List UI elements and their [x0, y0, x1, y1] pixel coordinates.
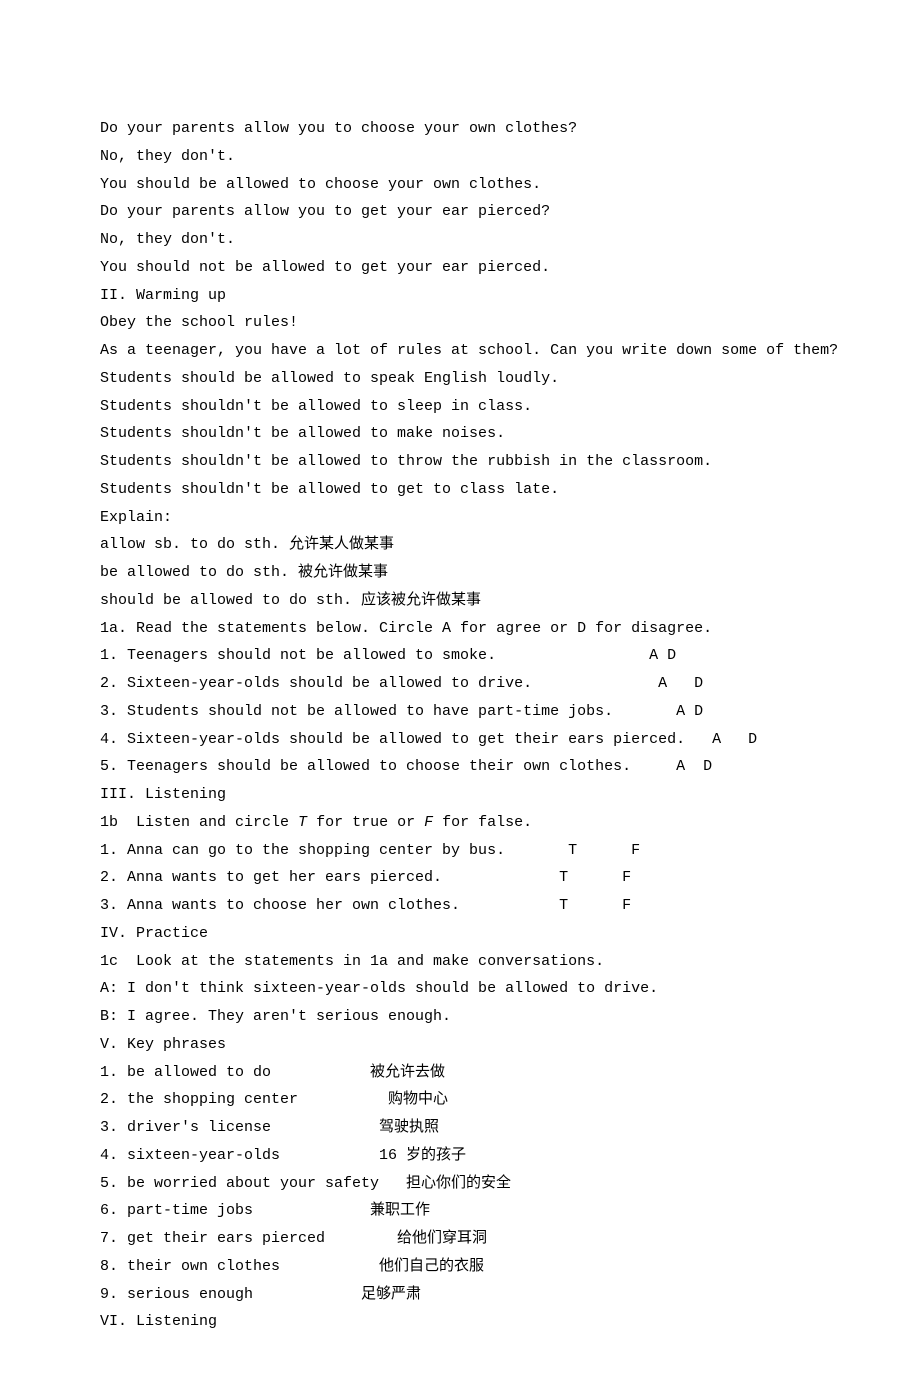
question-line: 3. Anna wants to choose her own clothes.…: [100, 892, 825, 920]
text-line: B: I agree. They aren't serious enough.: [100, 1003, 825, 1031]
phrase-line: 8. their own clothes 他们自己的衣服: [100, 1253, 825, 1281]
italic-t: T: [298, 814, 307, 831]
phrase-line: 1. be allowed to do 被允许去做: [100, 1059, 825, 1087]
text-line: Obey the school rules!: [100, 309, 825, 337]
text-line: 1a. Read the statements below. Circle A …: [100, 615, 825, 643]
text-line: Students shouldn't be allowed to throw t…: [100, 448, 825, 476]
text-span: 1b Listen and circle: [100, 814, 298, 831]
phrase-line: 6. part-time jobs 兼职工作: [100, 1197, 825, 1225]
section-heading: IV. Practice: [100, 920, 825, 948]
statement-line: 1. Teenagers should not be allowed to sm…: [100, 642, 825, 670]
instruction-line: 1b Listen and circle T for true or F for…: [100, 809, 825, 837]
phrase-line: 2. the shopping center 购物中心: [100, 1086, 825, 1114]
statement-line: 2. Sixteen-year-olds should be allowed t…: [100, 670, 825, 698]
statement-line: 5. Teenagers should be allowed to choose…: [100, 753, 825, 781]
phrase-line: 9. serious enough 足够严肃: [100, 1281, 825, 1309]
phrase-line: 4. sixteen-year-olds 16 岁的孩子: [100, 1142, 825, 1170]
text-line: Do your parents allow you to get your ea…: [100, 198, 825, 226]
text-line: You should not be allowed to get your ea…: [100, 254, 825, 282]
question-line: 2. Anna wants to get her ears pierced. T…: [100, 864, 825, 892]
section-heading: II. Warming up: [100, 282, 825, 310]
phrase-line: 5. be worried about your safety 担心你们的安全: [100, 1170, 825, 1198]
statement-line: 3. Students should not be allowed to hav…: [100, 698, 825, 726]
text-line: You should be allowed to choose your own…: [100, 171, 825, 199]
phrase-line: 7. get their ears pierced 给他们穿耳洞: [100, 1225, 825, 1253]
text-line: A: I don't think sixteen-year-olds shoul…: [100, 975, 825, 1003]
text-span: for true or: [307, 814, 424, 831]
section-heading: VI. Listening: [100, 1308, 825, 1336]
text-line: As a teenager, you have a lot of rules a…: [100, 337, 825, 365]
text-line: No, they don't.: [100, 143, 825, 171]
text-line: Do your parents allow you to choose your…: [100, 115, 825, 143]
text-line: Explain:: [100, 504, 825, 532]
text-line: Students should be allowed to speak Engl…: [100, 365, 825, 393]
text-line: Students shouldn't be allowed to make no…: [100, 420, 825, 448]
statement-line: 4. Sixteen-year-olds should be allowed t…: [100, 726, 825, 754]
italic-f: F: [424, 814, 433, 831]
section-heading: V. Key phrases: [100, 1031, 825, 1059]
text-line: allow sb. to do sth. 允许某人做某事: [100, 531, 825, 559]
document-page: Do your parents allow you to choose your…: [0, 0, 920, 1396]
text-span: for false.: [433, 814, 532, 831]
text-line: Students shouldn't be allowed to sleep i…: [100, 393, 825, 421]
text-line: Students shouldn't be allowed to get to …: [100, 476, 825, 504]
text-line: No, they don't.: [100, 226, 825, 254]
text-line: should be allowed to do sth. 应该被允许做某事: [100, 587, 825, 615]
text-line: 1c Look at the statements in 1a and make…: [100, 948, 825, 976]
question-line: 1. Anna can go to the shopping center by…: [100, 837, 825, 865]
text-line: be allowed to do sth. 被允许做某事: [100, 559, 825, 587]
section-heading: III. Listening: [100, 781, 825, 809]
phrase-line: 3. driver's license 驾驶执照: [100, 1114, 825, 1142]
